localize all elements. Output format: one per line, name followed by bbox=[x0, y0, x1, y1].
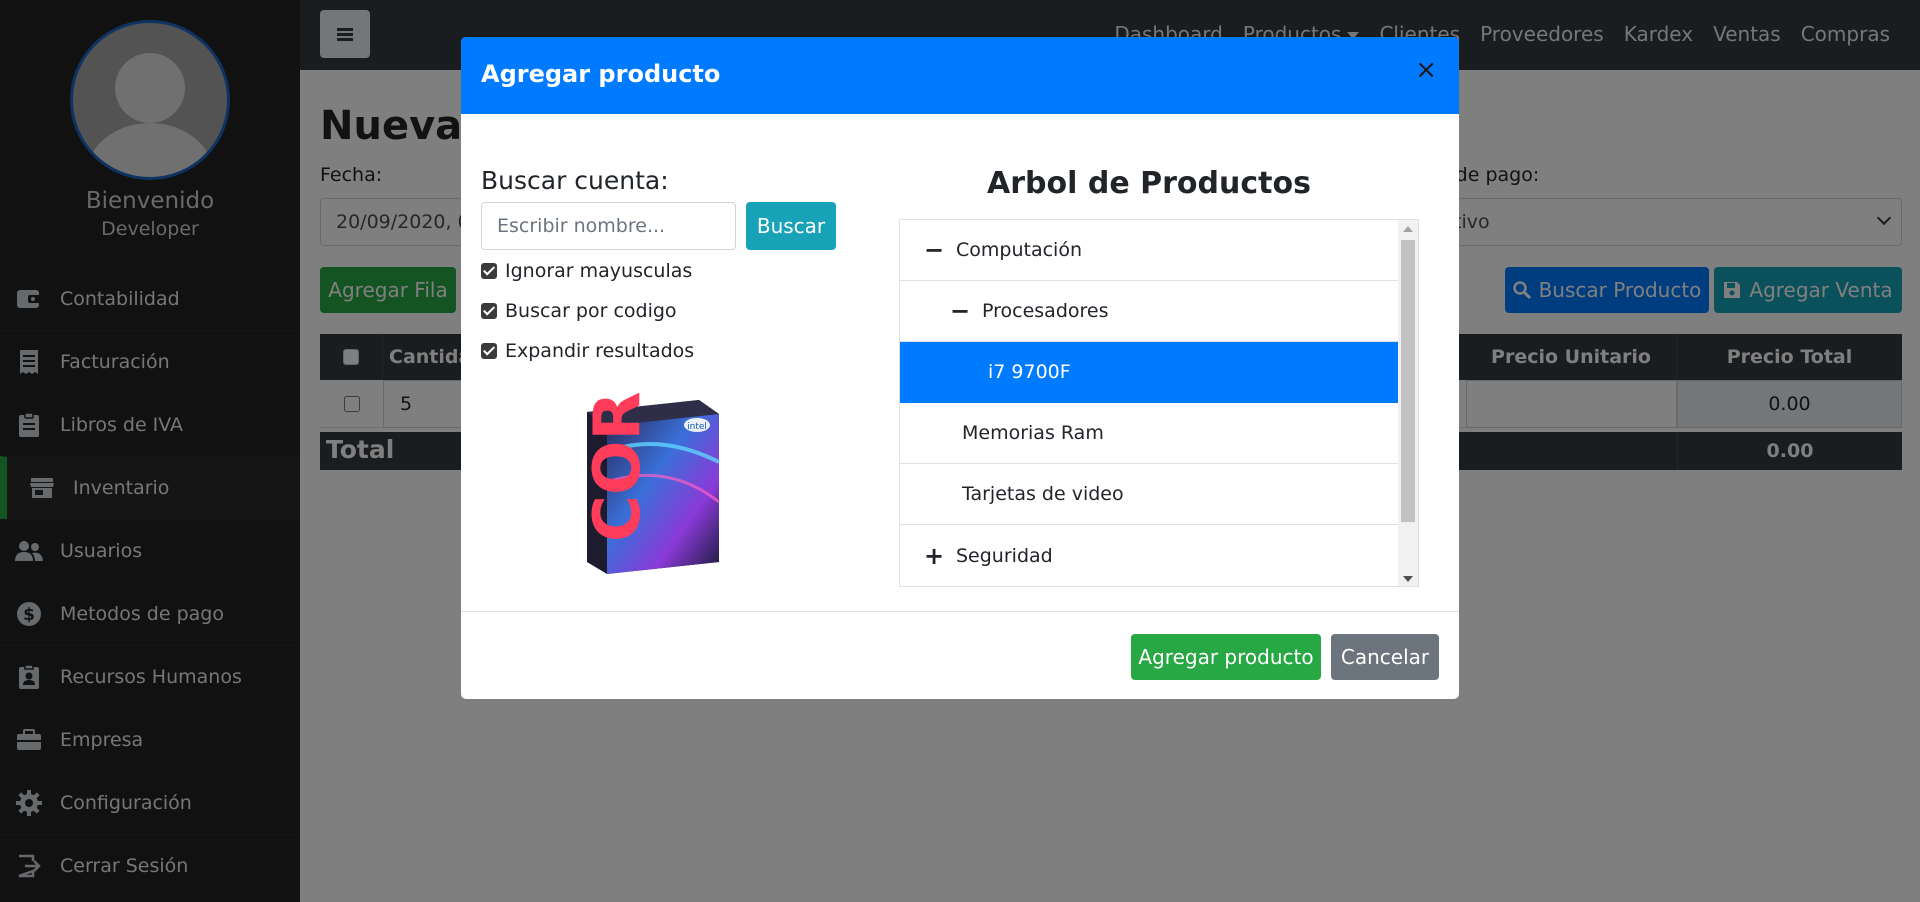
tree-node-tarjetas-video[interactable]: Tarjetas de video bbox=[900, 464, 1400, 525]
collapse-icon[interactable]: − bbox=[922, 236, 946, 264]
scroll-up-arrow-icon[interactable] bbox=[1403, 226, 1413, 232]
tree-node-label: Memorias Ram bbox=[962, 422, 1104, 444]
tree-node-label: Tarjetas de video bbox=[962, 483, 1124, 505]
buscar-cuenta-label: Buscar cuenta: bbox=[481, 166, 669, 195]
core-i7-text: CORE i7 bbox=[581, 392, 655, 542]
app: Bienvenido Developer Contabilidad Factur… bbox=[0, 0, 1920, 902]
scroll-down-arrow-icon[interactable] bbox=[1403, 576, 1413, 582]
tree-node-memorias-ram[interactable]: Memorias Ram bbox=[900, 403, 1400, 464]
modal-footer: Agregar producto Cancelar bbox=[461, 611, 1459, 699]
buscar-button[interactable]: Buscar bbox=[746, 202, 836, 250]
checkbox-checked-icon bbox=[481, 263, 497, 279]
collapse-icon[interactable]: − bbox=[948, 297, 972, 325]
tree-node-label: Seguridad bbox=[956, 544, 1053, 567]
tree-node-label: i7 9700F bbox=[988, 361, 1071, 383]
tree-node-seguridad[interactable]: + Seguridad bbox=[900, 525, 1400, 586]
tree-node-procesadores[interactable]: − Procesadores bbox=[900, 281, 1400, 342]
ignorar-mayusculas-checkbox[interactable]: Ignorar mayusculas bbox=[481, 260, 692, 282]
product-image: intel CORE i7 bbox=[579, 259, 729, 577]
checkbox-label: Ignorar mayusculas bbox=[505, 260, 693, 282]
checkbox-label: Expandir resultados bbox=[505, 340, 695, 362]
buscar-nombre-input[interactable]: Escribir nombre... bbox=[481, 202, 736, 250]
checkbox-checked-icon bbox=[481, 303, 497, 319]
checkbox-checked-icon bbox=[481, 343, 497, 359]
cancelar-button[interactable]: Cancelar bbox=[1331, 634, 1439, 680]
checkbox-label: Buscar por codigo bbox=[505, 300, 677, 322]
tree-title: Arbol de Productos bbox=[987, 166, 1311, 201]
tree-node-computacion[interactable]: − Computación bbox=[900, 220, 1400, 281]
tree-node-i7-9700f[interactable]: i7 9700F bbox=[900, 342, 1400, 403]
agregar-producto-modal: Agregar producto × Buscar cuenta: Escrib… bbox=[461, 37, 1459, 699]
modal-title: Agregar producto bbox=[481, 60, 721, 88]
buscar-por-codigo-checkbox[interactable]: Buscar por codigo bbox=[481, 300, 677, 322]
close-icon[interactable]: × bbox=[1415, 57, 1437, 83]
modal-header: Agregar producto × bbox=[461, 37, 1459, 114]
agregar-producto-button[interactable]: Agregar producto bbox=[1131, 634, 1321, 680]
tree-node-label: Computación bbox=[956, 239, 1082, 261]
expandir-resultados-checkbox[interactable]: Expandir resultados bbox=[481, 340, 694, 362]
scroll-thumb[interactable] bbox=[1401, 240, 1415, 522]
expand-icon[interactable]: + bbox=[922, 542, 946, 570]
modal-body: Buscar cuenta: Escribir nombre... Buscar… bbox=[461, 114, 1459, 611]
tree-node-label: Procesadores bbox=[982, 300, 1109, 322]
intel-logo-text: intel bbox=[687, 422, 707, 432]
product-tree: − Computación − Procesadores i7 9700F Me… bbox=[899, 219, 1419, 587]
tree-scrollbar[interactable] bbox=[1398, 220, 1418, 586]
